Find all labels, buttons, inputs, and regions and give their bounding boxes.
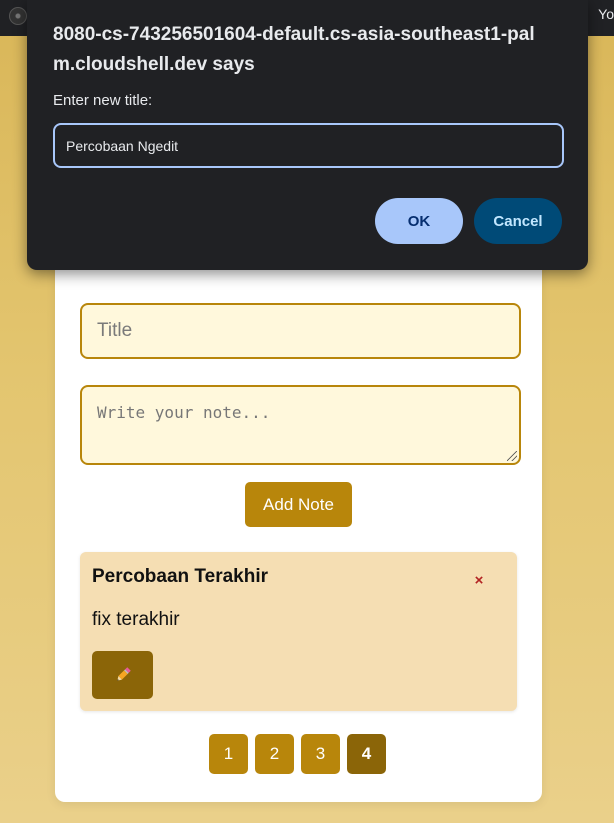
pagination: 1 2 3 4 xyxy=(209,734,386,774)
site-logo-icon xyxy=(9,7,27,25)
page-button-4-current[interactable]: 4 xyxy=(347,734,386,774)
dialog-message: Enter new title: xyxy=(53,92,153,109)
page-button-2[interactable]: 2 xyxy=(255,734,294,774)
page-button-1[interactable]: 1 xyxy=(209,734,248,774)
note-body: fix terakhir xyxy=(92,609,180,630)
browser-tab-text: Yo xyxy=(598,6,614,22)
dialog-origin-text: 8080-cs-743256501604-default.cs-asia-sou… xyxy=(53,24,535,75)
pencil-icon xyxy=(116,667,131,681)
ok-button[interactable]: OK xyxy=(375,198,463,244)
cancel-button[interactable]: Cancel xyxy=(474,198,562,244)
title-input[interactable] xyxy=(80,303,521,359)
textarea-resize-handle[interactable] xyxy=(507,451,517,461)
delete-note-icon[interactable]: × xyxy=(470,572,488,590)
note-textarea[interactable] xyxy=(80,385,521,465)
new-title-input[interactable] xyxy=(53,123,564,168)
edit-note-button[interactable] xyxy=(92,651,153,699)
note-title: Percobaan Terakhir xyxy=(92,566,269,587)
page-button-3[interactable]: 3 xyxy=(301,734,340,774)
add-note-button[interactable]: Add Note xyxy=(245,482,352,527)
note-item: Percobaan Terakhir × fix terakhir xyxy=(80,552,517,711)
notes-card: Add Note Percobaan Terakhir × fix terakh… xyxy=(55,250,542,802)
prompt-dialog: 8080-cs-743256501604-default.cs-asia-sou… xyxy=(27,0,588,270)
